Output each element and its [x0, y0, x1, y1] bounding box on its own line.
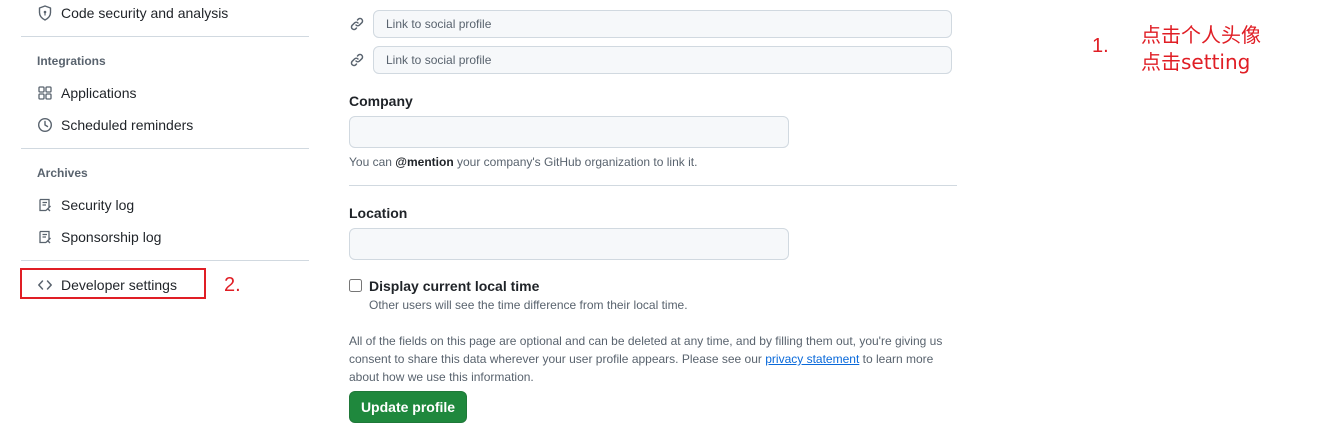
update-profile-button[interactable]: Update profile	[349, 391, 467, 423]
social-link-row	[348, 10, 952, 38]
company-hint: You can @mention your company's GitHub o…	[349, 155, 697, 169]
annotation-highlight-box	[20, 268, 206, 299]
link-icon	[349, 16, 365, 32]
local-time-checkbox[interactable]	[349, 279, 362, 292]
company-input[interactable]	[349, 116, 789, 148]
sidebar-item-applications[interactable]: Applications	[20, 77, 310, 109]
social-profile-input[interactable]	[373, 10, 952, 38]
company-label: Company	[349, 93, 413, 109]
social-profile-input[interactable]	[373, 46, 952, 74]
annotation-step-1-line-2: 点击setting	[1141, 50, 1251, 74]
social-link-row	[348, 46, 952, 74]
sidebar-heading-archives: Archives	[37, 166, 88, 180]
apps-grid-icon	[37, 85, 53, 101]
company-hint-prefix: You can	[349, 155, 392, 169]
section-divider	[349, 185, 957, 186]
log-icon	[37, 197, 53, 213]
annotation-step-1-line-1: 点击个人头像	[1141, 23, 1261, 47]
sidebar-item-label: Code security and analysis	[61, 5, 229, 21]
log-icon	[37, 229, 53, 245]
sidebar-item-code-security[interactable]: Code security and analysis	[20, 0, 310, 29]
annotation-step-1-text: 点击个人头像 点击setting	[1141, 22, 1261, 76]
disclaimer-line-2-suffix: to learn more	[862, 352, 934, 366]
sidebar-heading-integrations: Integrations	[37, 54, 106, 68]
location-input[interactable]	[349, 228, 789, 260]
sidebar-item-label: Security log	[61, 197, 135, 213]
disclaimer-line-1: All of the fields on this page are optio…	[349, 334, 943, 348]
shield-icon	[37, 5, 53, 21]
annotation-step-2: 2.	[224, 274, 241, 296]
local-time-label[interactable]: Display current local time	[369, 278, 539, 294]
sidebar-divider	[21, 148, 309, 149]
company-hint-mention: @mention	[395, 155, 454, 169]
clock-icon	[37, 117, 53, 133]
sidebar-item-sponsorship-log[interactable]: Sponsorship log	[20, 221, 310, 253]
sidebar-divider	[21, 260, 309, 261]
sidebar-divider	[21, 36, 309, 37]
annotation-step-1: 1.	[1092, 35, 1109, 57]
link-icon	[349, 52, 365, 68]
location-label: Location	[349, 205, 408, 221]
disclaimer-line-2-prefix: consent to share this data wherever your…	[349, 352, 762, 366]
company-hint-suffix: your company's GitHub organization to li…	[457, 155, 698, 169]
local-time-hint: Other users will see the time difference…	[369, 298, 688, 312]
disclaimer-line-3: about how we use this information.	[349, 370, 534, 384]
disclaimer-line-2: consent to share this data wherever your…	[349, 350, 969, 368]
sidebar-item-label: Applications	[61, 85, 137, 101]
sidebar-item-security-log[interactable]: Security log	[20, 189, 310, 221]
sidebar-item-label: Sponsorship log	[61, 229, 162, 245]
sidebar-item-label: Scheduled reminders	[61, 117, 194, 133]
privacy-statement-link[interactable]: privacy statement	[765, 352, 859, 366]
profile-disclaimer: All of the fields on this page are optio…	[349, 332, 969, 386]
sidebar-item-scheduled-reminders[interactable]: Scheduled reminders	[20, 109, 310, 141]
